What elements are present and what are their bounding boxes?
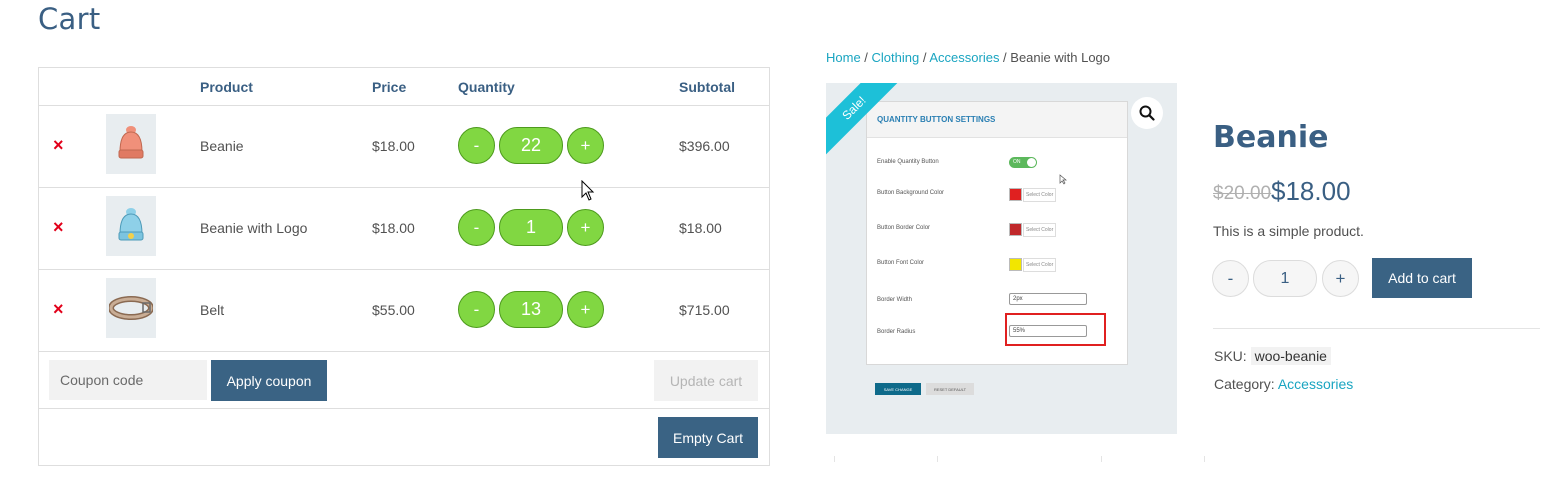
header-product: Product	[200, 79, 253, 95]
product-subtotal: $396.00	[679, 138, 730, 154]
sale-price: $18.00	[1271, 176, 1351, 206]
qty-plus-button[interactable]: +	[567, 127, 604, 164]
product-subtotal: $715.00	[679, 302, 730, 318]
qty-plus-button[interactable]: +	[1322, 260, 1359, 297]
add-to-cart-button[interactable]: Add to cart	[1372, 258, 1472, 298]
beanie-icon	[118, 126, 144, 159]
setting-label: Button Border Color	[877, 225, 931, 231]
header-subtotal: Subtotal	[679, 79, 735, 95]
breadcrumb-separator: /	[999, 50, 1011, 65]
table-row: × Belt $55.00 - 13 + $715.00	[39, 270, 769, 352]
belt-icon	[109, 296, 153, 320]
product-price: $18.00	[372, 138, 415, 154]
coupon-code-input[interactable]: Coupon code	[49, 360, 207, 400]
page-title: Cart	[38, 2, 101, 36]
settings-screenshot: QUANTITY BUTTON SETTINGS Enable Quantity…	[866, 101, 1128, 365]
breadcrumb-clothing-link[interactable]: Clothing	[872, 50, 920, 65]
product-price: $18.00	[372, 220, 415, 236]
product-name-link[interactable]: Belt	[200, 302, 224, 318]
product-name-link[interactable]: Beanie	[200, 138, 244, 154]
save-change-button: SAVE CHANGE	[875, 383, 921, 395]
table-header: Product Price Quantity Subtotal	[39, 68, 769, 106]
enable-toggle: ON	[1009, 157, 1037, 168]
gallery-thumb-divider	[937, 456, 938, 462]
qty-input[interactable]: 13	[499, 291, 563, 328]
qty-minus-button[interactable]: -	[458, 127, 495, 164]
search-icon	[1139, 105, 1155, 121]
gallery-thumb-divider	[1204, 456, 1205, 462]
product-thumbnail[interactable]	[106, 114, 156, 174]
remove-item-button[interactable]: ×	[53, 136, 64, 154]
coupon-row: Coupon code Apply coupon Update cart	[39, 352, 769, 409]
setting-label: Enable Quantity Button	[877, 159, 939, 165]
settings-heading: QUANTITY BUTTON SETTINGS	[867, 102, 1127, 138]
empty-cart-button[interactable]: Empty Cart	[658, 417, 758, 458]
mouse-cursor-icon	[581, 180, 595, 201]
apply-coupon-button[interactable]: Apply coupon	[211, 360, 327, 401]
color-swatch	[1009, 188, 1022, 201]
breadcrumb-home-link[interactable]: Home	[826, 50, 861, 65]
breadcrumb: Home / Clothing / Accessories / Beanie w…	[826, 50, 1110, 65]
color-swatch	[1009, 223, 1022, 236]
beanie-logo-icon	[118, 208, 144, 241]
product-name-link[interactable]: Beanie with Logo	[200, 220, 307, 236]
qty-input[interactable]: 1	[1253, 260, 1317, 297]
product-thumbnail[interactable]	[106, 278, 156, 338]
cart-table: Product Price Quantity Subtotal × Beanie…	[38, 67, 770, 466]
select-color-button: Select Color	[1023, 188, 1057, 202]
border-width-field: 2px	[1009, 293, 1087, 305]
product-sku: SKU: woo-beanie	[1214, 347, 1331, 365]
table-row: × Beanie with Logo $18.00 - 1 + $18.00	[39, 188, 769, 270]
select-color-button: Select Color	[1023, 223, 1057, 237]
setting-label: Button Font Color	[877, 260, 925, 266]
zoom-button[interactable]	[1131, 97, 1163, 129]
sku-value: woo-beanie	[1250, 347, 1331, 365]
highlight-box	[1005, 313, 1106, 346]
remove-item-button[interactable]: ×	[53, 300, 64, 318]
color-swatch	[1009, 258, 1022, 271]
reset-default-button: RESET DEFAULT	[926, 383, 974, 395]
select-color-button: Select Color	[1023, 258, 1057, 272]
breadcrumb-accessories-link[interactable]: Accessories	[929, 50, 999, 65]
product-subtotal: $18.00	[679, 220, 722, 236]
product-price: $55.00	[372, 302, 415, 318]
table-row: × Beanie $18.00 - 22 + $396.00	[39, 106, 769, 188]
setting-label: Button Background Color	[877, 190, 945, 196]
product-gallery[interactable]: QUANTITY BUTTON SETTINGS Enable Quantity…	[826, 83, 1177, 434]
qty-minus-button[interactable]: -	[458, 209, 495, 246]
sku-label: SKU:	[1214, 348, 1247, 364]
qty-input[interactable]: 1	[499, 209, 563, 246]
qty-minus-button[interactable]: -	[1212, 260, 1249, 297]
update-cart-button[interactable]: Update cart	[654, 360, 758, 401]
qty-minus-button[interactable]: -	[458, 291, 495, 328]
product-title: Beanie	[1213, 120, 1329, 155]
product-category: Category: Accessories	[1214, 376, 1353, 392]
qty-input[interactable]: 22	[499, 127, 563, 164]
qty-plus-button[interactable]: +	[567, 209, 604, 246]
qty-plus-button[interactable]: +	[567, 291, 604, 328]
header-price: Price	[372, 79, 407, 95]
divider	[1213, 328, 1540, 329]
product-description: This is a simple product.	[1213, 223, 1364, 239]
setting-label: Border Width	[877, 297, 913, 303]
breadcrumb-separator: /	[860, 50, 872, 65]
breadcrumb-current: Beanie with Logo	[1010, 50, 1111, 65]
remove-item-button[interactable]: ×	[53, 218, 64, 236]
category-label: Category:	[1214, 376, 1275, 392]
header-quantity: Quantity	[458, 79, 515, 95]
cursor-icon	[1059, 174, 1067, 185]
gallery-thumb-divider	[834, 456, 835, 462]
product-thumbnail[interactable]	[106, 196, 156, 256]
setting-label: Border Radius	[877, 329, 916, 335]
category-link[interactable]: Accessories	[1278, 376, 1353, 392]
gallery-thumb-divider	[1101, 456, 1102, 462]
old-price: $20.00	[1213, 183, 1272, 204]
breadcrumb-separator: /	[919, 50, 930, 65]
